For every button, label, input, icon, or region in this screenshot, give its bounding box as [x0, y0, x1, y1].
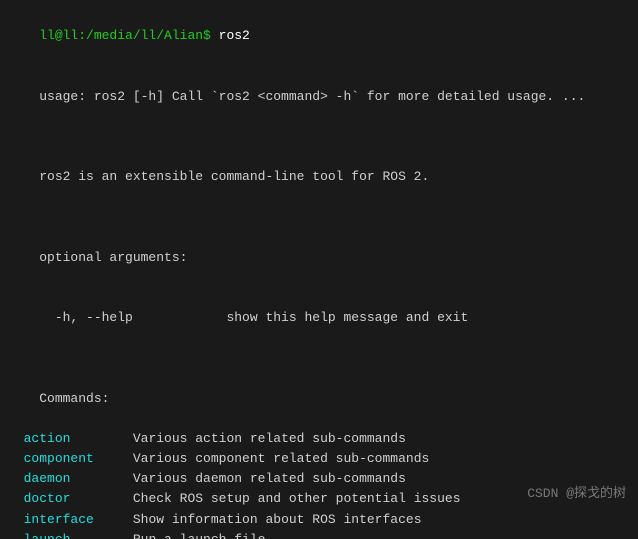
prompt-user1: ll@ll:/media/ll/Alian$ [39, 28, 218, 43]
cmd-desc: Run a launch file [133, 532, 266, 539]
terminal: ll@ll:/media/ll/Alian$ ros2 usage: ros2 … [0, 0, 638, 539]
help-flag-text: -h, --help show this help message and ex… [39, 310, 468, 325]
line-prompt1: ll@ll:/media/ll/Alian$ ros2 [8, 6, 630, 66]
cmd-name: launch [24, 532, 71, 539]
line-usage: usage: ros2 [-h] Call `ros2 <command> -h… [8, 66, 630, 126]
cmd-desc: Various daemon related sub-commands [133, 471, 406, 486]
cmd-desc: Various component related sub-commands [133, 451, 429, 466]
line-help-flag: -h, --help show this help message and ex… [8, 288, 630, 348]
cmd-name: daemon [24, 471, 71, 486]
line-blank1 [8, 127, 630, 147]
line-blank2 [8, 207, 630, 227]
cmd-name: doctor [24, 491, 71, 506]
cmd-desc: Check ROS setup and other potential issu… [133, 491, 461, 506]
line-desc: ros2 is an extensible command-line tool … [8, 147, 630, 207]
cmd-name: action [24, 431, 71, 446]
cmd-desc: Show information about ROS interfaces [133, 512, 422, 527]
command-row: component Various component related sub-… [8, 449, 630, 469]
command-row: launch Run a launch file [8, 530, 630, 539]
command-row: interface Show information about ROS int… [8, 510, 630, 530]
optional-header-text: optional arguments: [39, 250, 187, 265]
watermark: CSDN @探戈的树 [527, 482, 626, 501]
line-commands-header: Commands: [8, 369, 630, 429]
cmd-name: interface [24, 512, 94, 527]
cmd-name: component [24, 451, 94, 466]
command1: ros2 [219, 28, 250, 43]
line-blank3 [8, 348, 630, 368]
line-optional-header: optional arguments: [8, 228, 630, 288]
commands-header-text: Commands: [39, 391, 109, 406]
usage-text: usage: ros2 [-h] Call `ros2 <command> -h… [39, 89, 585, 104]
desc-text: ros2 is an extensible command-line tool … [39, 169, 429, 184]
command-row: action Various action related sub-comman… [8, 429, 630, 449]
cmd-desc: Various action related sub-commands [133, 431, 406, 446]
